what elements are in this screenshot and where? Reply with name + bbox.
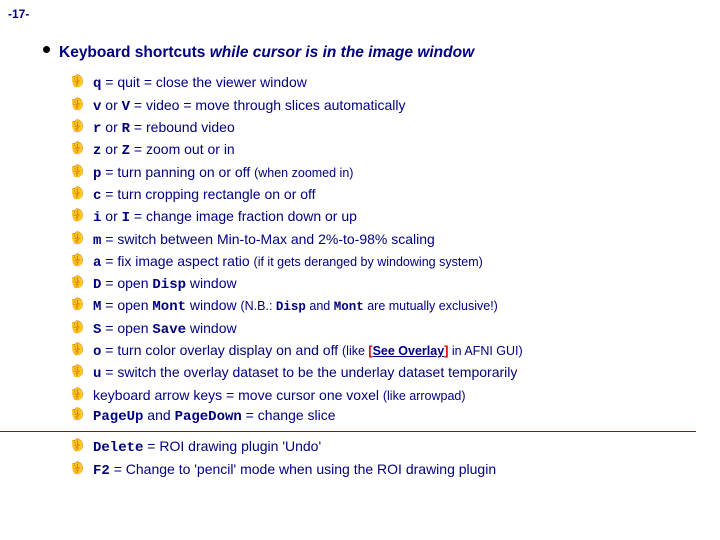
- hand-icon: ✊: [70, 120, 85, 134]
- list-item-text: Delete = ROI drawing plugin 'Undo': [93, 438, 321, 454]
- separator-line: [0, 431, 696, 432]
- list-item-text: v or V = video = move through slices aut…: [93, 97, 406, 113]
- list-item: ✊ keyboard arrow keys = move cursor one v…: [71, 385, 712, 405]
- hand-icon: ✊: [70, 388, 85, 402]
- hand-icon: ✊: [70, 143, 85, 157]
- list-item: ✊ o = turn color overlay display on and o…: [71, 340, 712, 362]
- list-item-text: p = turn panning on or off (when zoomed …: [93, 164, 353, 180]
- list-item-text: a = fix image aspect ratio (if it gets d…: [93, 253, 483, 269]
- list-item-text: F2 = Change to 'pencil' mode when using …: [93, 461, 496, 477]
- hand-icon: ✊: [70, 440, 85, 454]
- hand-icon: ✊: [70, 254, 85, 268]
- hand-icon: ✊: [70, 187, 85, 201]
- list-item: ✊ F2 = Change to 'pencil' mode when using…: [71, 459, 712, 481]
- list-item-text: keyboard arrow keys = move cursor one vo…: [93, 387, 466, 403]
- list-item: ✊ D = open Disp window: [71, 273, 712, 295]
- list-item-text: PageUp and PageDown = change slice: [93, 407, 336, 423]
- hand-icon: ✊: [70, 299, 85, 313]
- list-item-text: u = switch the overlay dataset to be the…: [93, 364, 517, 380]
- list-item-text: M = open Mont window (N.B.: Disp and Mon…: [93, 297, 498, 313]
- list-item: ✊ u = switch the overlay dataset to be th…: [71, 362, 712, 384]
- hand-icon: ✊: [70, 76, 85, 90]
- shortcut-list: ✊ q = quit = close the viewer window ✊ v or…: [47, 72, 712, 427]
- list-item: ✊ a = fix image aspect ratio (if it gets …: [71, 251, 712, 273]
- heading: Keyboard shortcuts while cursor is in th…: [47, 42, 712, 64]
- shortcut-list-after: ✊ Delete = ROI drawing plugin 'Undo' ✊ F2 =…: [47, 436, 712, 481]
- list-item-text: i or I = change image fraction down or u…: [93, 208, 357, 224]
- hand-icon: ✊: [70, 343, 85, 357]
- list-item-text: S = open Save window: [93, 320, 237, 336]
- list-item: ✊ i or I = change image fraction down or …: [71, 206, 712, 228]
- list-item: ✊ S = open Save window: [71, 318, 712, 340]
- hand-icon: ✊: [70, 210, 85, 224]
- list-item-text: c = turn cropping rectangle on or off: [93, 186, 316, 202]
- hand-icon: ✊: [70, 366, 85, 380]
- hand-icon: ✊: [70, 277, 85, 291]
- hand-icon: ✊: [70, 408, 85, 422]
- page: -17- Keyboard shortcuts while cursor is …: [0, 0, 720, 540]
- list-item: ✊ m = switch between Min-to-Max and 2%-to…: [71, 229, 712, 251]
- hand-icon: ✊: [70, 321, 85, 335]
- list-item: ✊ PageUp and PageDown = change slice: [71, 405, 712, 427]
- hand-icon: ✊: [70, 165, 85, 179]
- hand-icon: ✊: [70, 462, 85, 476]
- list-item: ✊ q = quit = close the viewer window: [71, 72, 712, 94]
- list-item: ✊ r or R = rebound video: [71, 117, 712, 139]
- list-item-text: r or R = rebound video: [93, 119, 235, 135]
- list-item-text: o = turn color overlay display on and of…: [93, 342, 523, 358]
- heading-italic: while cursor is in the image window: [210, 44, 474, 61]
- list-item: ✊ v or V = video = move through slices au…: [71, 95, 712, 117]
- content-block: Keyboard shortcuts while cursor is in th…: [47, 42, 712, 481]
- heading-plain: Keyboard shortcuts: [59, 44, 210, 61]
- list-item-text: z or Z = zoom out or in: [93, 141, 235, 157]
- list-item: ✊ Delete = ROI drawing plugin 'Undo': [71, 436, 712, 458]
- list-item: ✊ M = open Mont window (N.B.: Disp and Mo…: [71, 295, 712, 317]
- list-item-text: D = open Disp window: [93, 275, 237, 291]
- page-number: -17-: [8, 6, 29, 23]
- list-item-text: q = quit = close the viewer window: [93, 74, 307, 90]
- list-item-text: m = switch between Min-to-Max and 2%-to-…: [93, 231, 435, 247]
- bullet-dot-icon: [43, 46, 50, 53]
- list-item: ✊ p = turn panning on or off (when zoomed…: [71, 162, 712, 184]
- list-item: ✊ z or Z = zoom out or in: [71, 139, 712, 161]
- hand-icon: ✊: [70, 232, 85, 246]
- list-item: ✊ c = turn cropping rectangle on or off: [71, 184, 712, 206]
- hand-icon: ✊: [70, 98, 85, 112]
